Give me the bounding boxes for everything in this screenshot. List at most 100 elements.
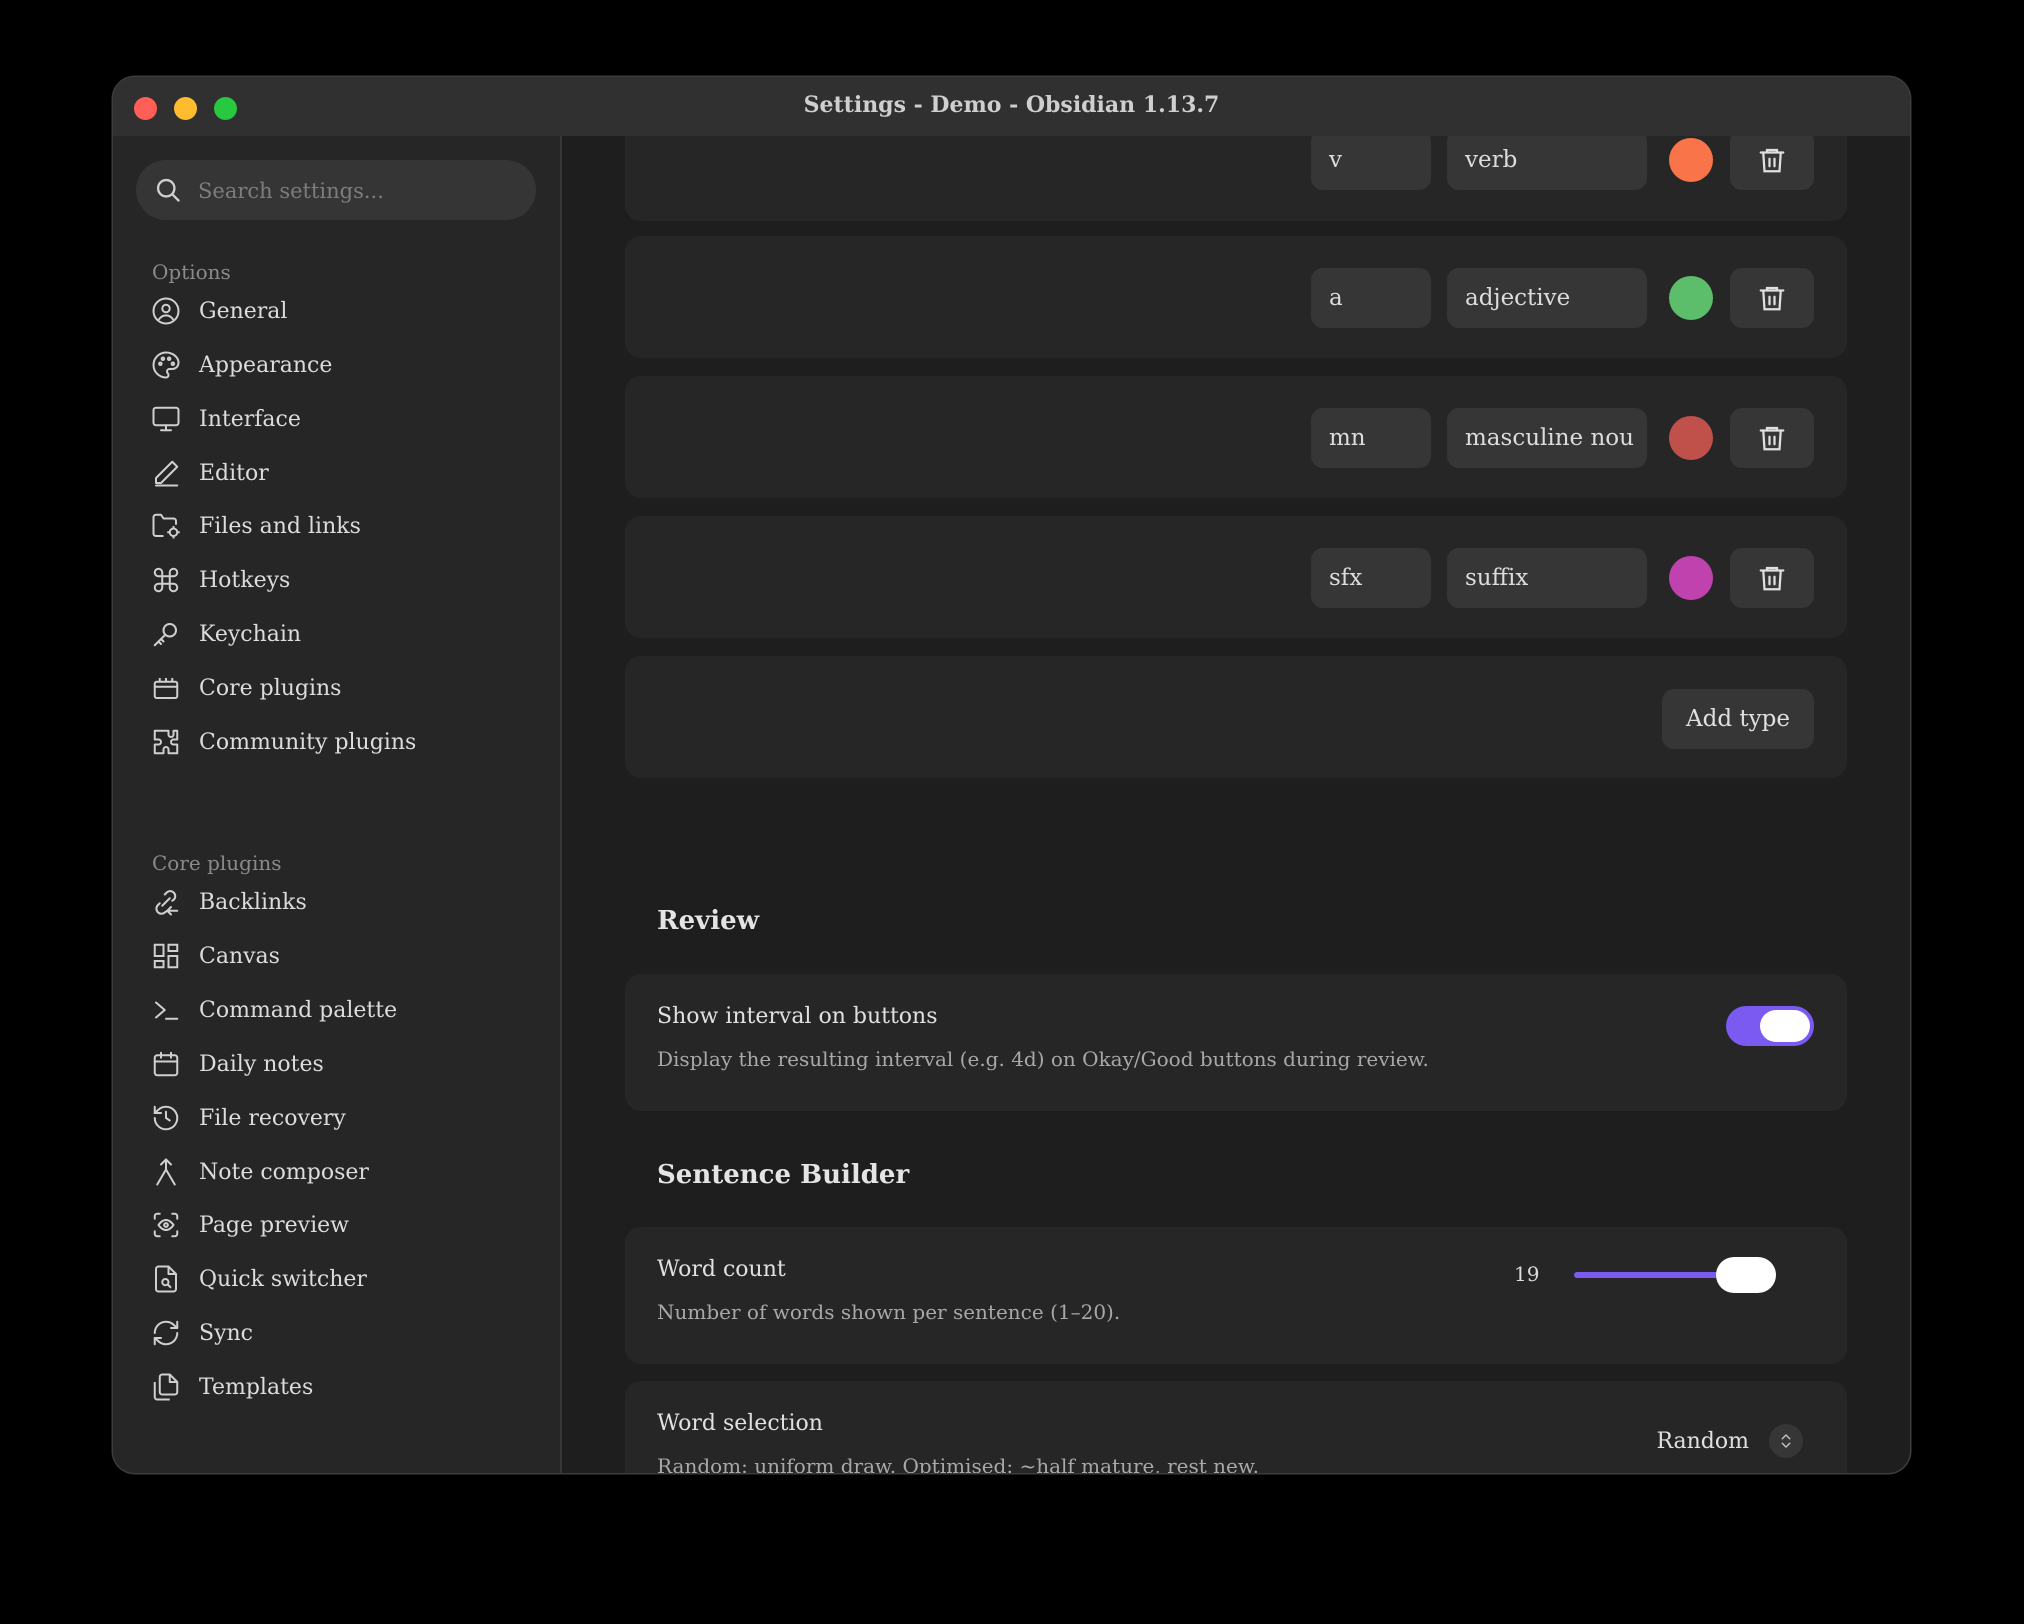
review-heading: Review [657,906,760,936]
files-icon [153,1373,179,1401]
delete-type-button[interactable] [1730,408,1814,468]
show-interval-setting: Show interval on buttons Display the res… [625,974,1847,1111]
sidebar-item-files-and-links[interactable]: Files and links [151,504,531,548]
add-type-button[interactable]: Add type [1662,689,1814,749]
sidebar-item-label: Command palette [199,997,398,1023]
core-plugins-group-label: Core plugins [152,851,282,875]
puzzle-icon [153,729,179,755]
sidebar-item-note-composer[interactable]: Note composer [151,1150,531,1194]
sidebar-item-keychain[interactable]: Keychain [151,612,531,656]
search-box[interactable] [136,160,536,222]
layout-dashboard-icon [153,943,179,969]
calendar-icon [153,1051,179,1077]
type-abbr-input[interactable]: a [1311,268,1431,328]
type-abbr-input[interactable]: mn [1311,408,1431,468]
trash-icon [1759,286,1785,311]
trash-icon [1759,426,1785,451]
sidebar-item-label: General [199,298,288,324]
settings-sidebar: Options General Appearance Interface Edi… [113,136,562,1473]
settings-content: v verb a adjective mn masculine nou sfx … [562,136,1910,1473]
sidebar-item-label: Daily notes [199,1051,324,1077]
setting-name: Word selection [657,1411,823,1436]
setting-description: Display the resulting interval (e.g. 4d)… [657,1047,1429,1071]
sidebar-item-label: Note composer [199,1159,369,1185]
sidebar-item-appearance[interactable]: Appearance [151,343,531,387]
dropdown-value: Random [1656,1428,1749,1454]
trash-icon [1759,148,1785,173]
search-icon [156,178,180,202]
word-count-setting: Word count Number of words shown per sen… [625,1227,1847,1364]
type-name-input[interactable]: verb [1447,136,1647,190]
sidebar-item-label: Community plugins [199,729,417,755]
sidebar-item-backlinks[interactable]: Backlinks [151,880,531,924]
window-title: Settings - Demo - Obsidian 1.13.7 [803,92,1220,118]
title-bar: Settings - Demo - Obsidian 1.13.7 [113,77,1910,136]
monitor-icon [152,406,180,432]
sidebar-item-label: Page preview [199,1212,349,1238]
type-name-input[interactable]: masculine nou [1447,408,1647,468]
settings-window: Settings - Demo - Obsidian 1.13.7 Option… [113,77,1910,1473]
type-name-input[interactable]: adjective [1447,268,1647,328]
type-row: sfx suffix [625,516,1847,638]
folder-cog-icon [152,513,180,539]
sidebar-item-label: Editor [199,460,269,486]
sidebar-item-label: Templates [199,1374,314,1400]
sidebar-item-templates[interactable]: Templates [151,1365,531,1409]
sidebar-item-hotkeys[interactable]: Hotkeys [151,558,531,602]
plugin-box-icon [153,678,179,699]
type-name-input[interactable]: suffix [1447,548,1647,608]
type-abbr-input[interactable]: v [1311,136,1431,190]
sidebar-item-label: Appearance [199,352,333,378]
sidebar-item-label: Files and links [199,513,361,539]
search-input[interactable] [196,160,520,222]
word-count-slider-knob[interactable] [1715,1257,1776,1293]
show-interval-toggle[interactable] [1726,1006,1814,1046]
word-selection-dropdown[interactable]: Random [1656,1424,1803,1458]
sidebar-item-label: Sync [199,1320,253,1346]
sidebar-item-daily-notes[interactable]: Daily notes [151,1042,531,1086]
user-circle-icon [152,297,180,325]
sidebar-item-label: Backlinks [199,889,307,915]
sidebar-item-label: File recovery [199,1105,346,1131]
type-color-picker[interactable] [1669,138,1713,182]
sentence-builder-heading: Sentence Builder [657,1160,910,1190]
sidebar-item-page-preview[interactable]: Page preview [151,1203,531,1247]
sidebar-item-interface[interactable]: Interface [151,397,531,441]
sidebar-item-canvas[interactable]: Canvas [151,934,531,978]
word-selection-setting: Word selection Random: uniform draw. Opt… [625,1381,1847,1473]
palette-icon [152,351,180,379]
scan-eye-icon [153,1212,179,1238]
file-search-icon [155,1265,177,1293]
type-row: a adjective [625,236,1847,358]
setting-name: Show interval on buttons [657,1004,938,1029]
chevron-updown-icon [1769,1424,1803,1458]
sidebar-item-file-recovery[interactable]: File recovery [151,1096,531,1140]
backlink-icon [155,890,179,916]
sidebar-item-command-palette[interactable]: Command palette [151,988,531,1032]
setting-name: Word count [657,1257,786,1282]
refresh-icon [153,1320,179,1346]
trash-icon [1759,566,1785,591]
command-icon [153,567,179,593]
sidebar-item-label: Canvas [199,943,280,969]
delete-type-button[interactable] [1730,136,1814,190]
type-color-picker[interactable] [1669,416,1713,460]
word-count-value: 19 [1514,1262,1540,1286]
type-color-picker[interactable] [1669,276,1713,320]
sidebar-item-core-plugins[interactable]: Core plugins [151,666,531,710]
delete-type-button[interactable] [1730,268,1814,328]
sidebar-item-label: Keychain [199,621,302,647]
type-color-picker[interactable] [1669,556,1713,600]
sidebar-item-label: Core plugins [199,675,342,701]
type-abbr-input[interactable]: sfx [1311,548,1431,608]
key-icon [153,623,177,647]
delete-type-button[interactable] [1730,548,1814,608]
add-type-row: Add type [625,656,1847,778]
sidebar-item-general[interactable]: General [151,289,531,333]
toggle-knob [1760,1010,1810,1042]
sidebar-item-editor[interactable]: Editor [151,451,531,495]
sidebar-item-sync[interactable]: Sync [151,1311,531,1355]
type-row: v verb [625,136,1847,221]
sidebar-item-quick-switcher[interactable]: Quick switcher [151,1257,531,1301]
sidebar-item-community-plugins[interactable]: Community plugins [151,720,531,764]
